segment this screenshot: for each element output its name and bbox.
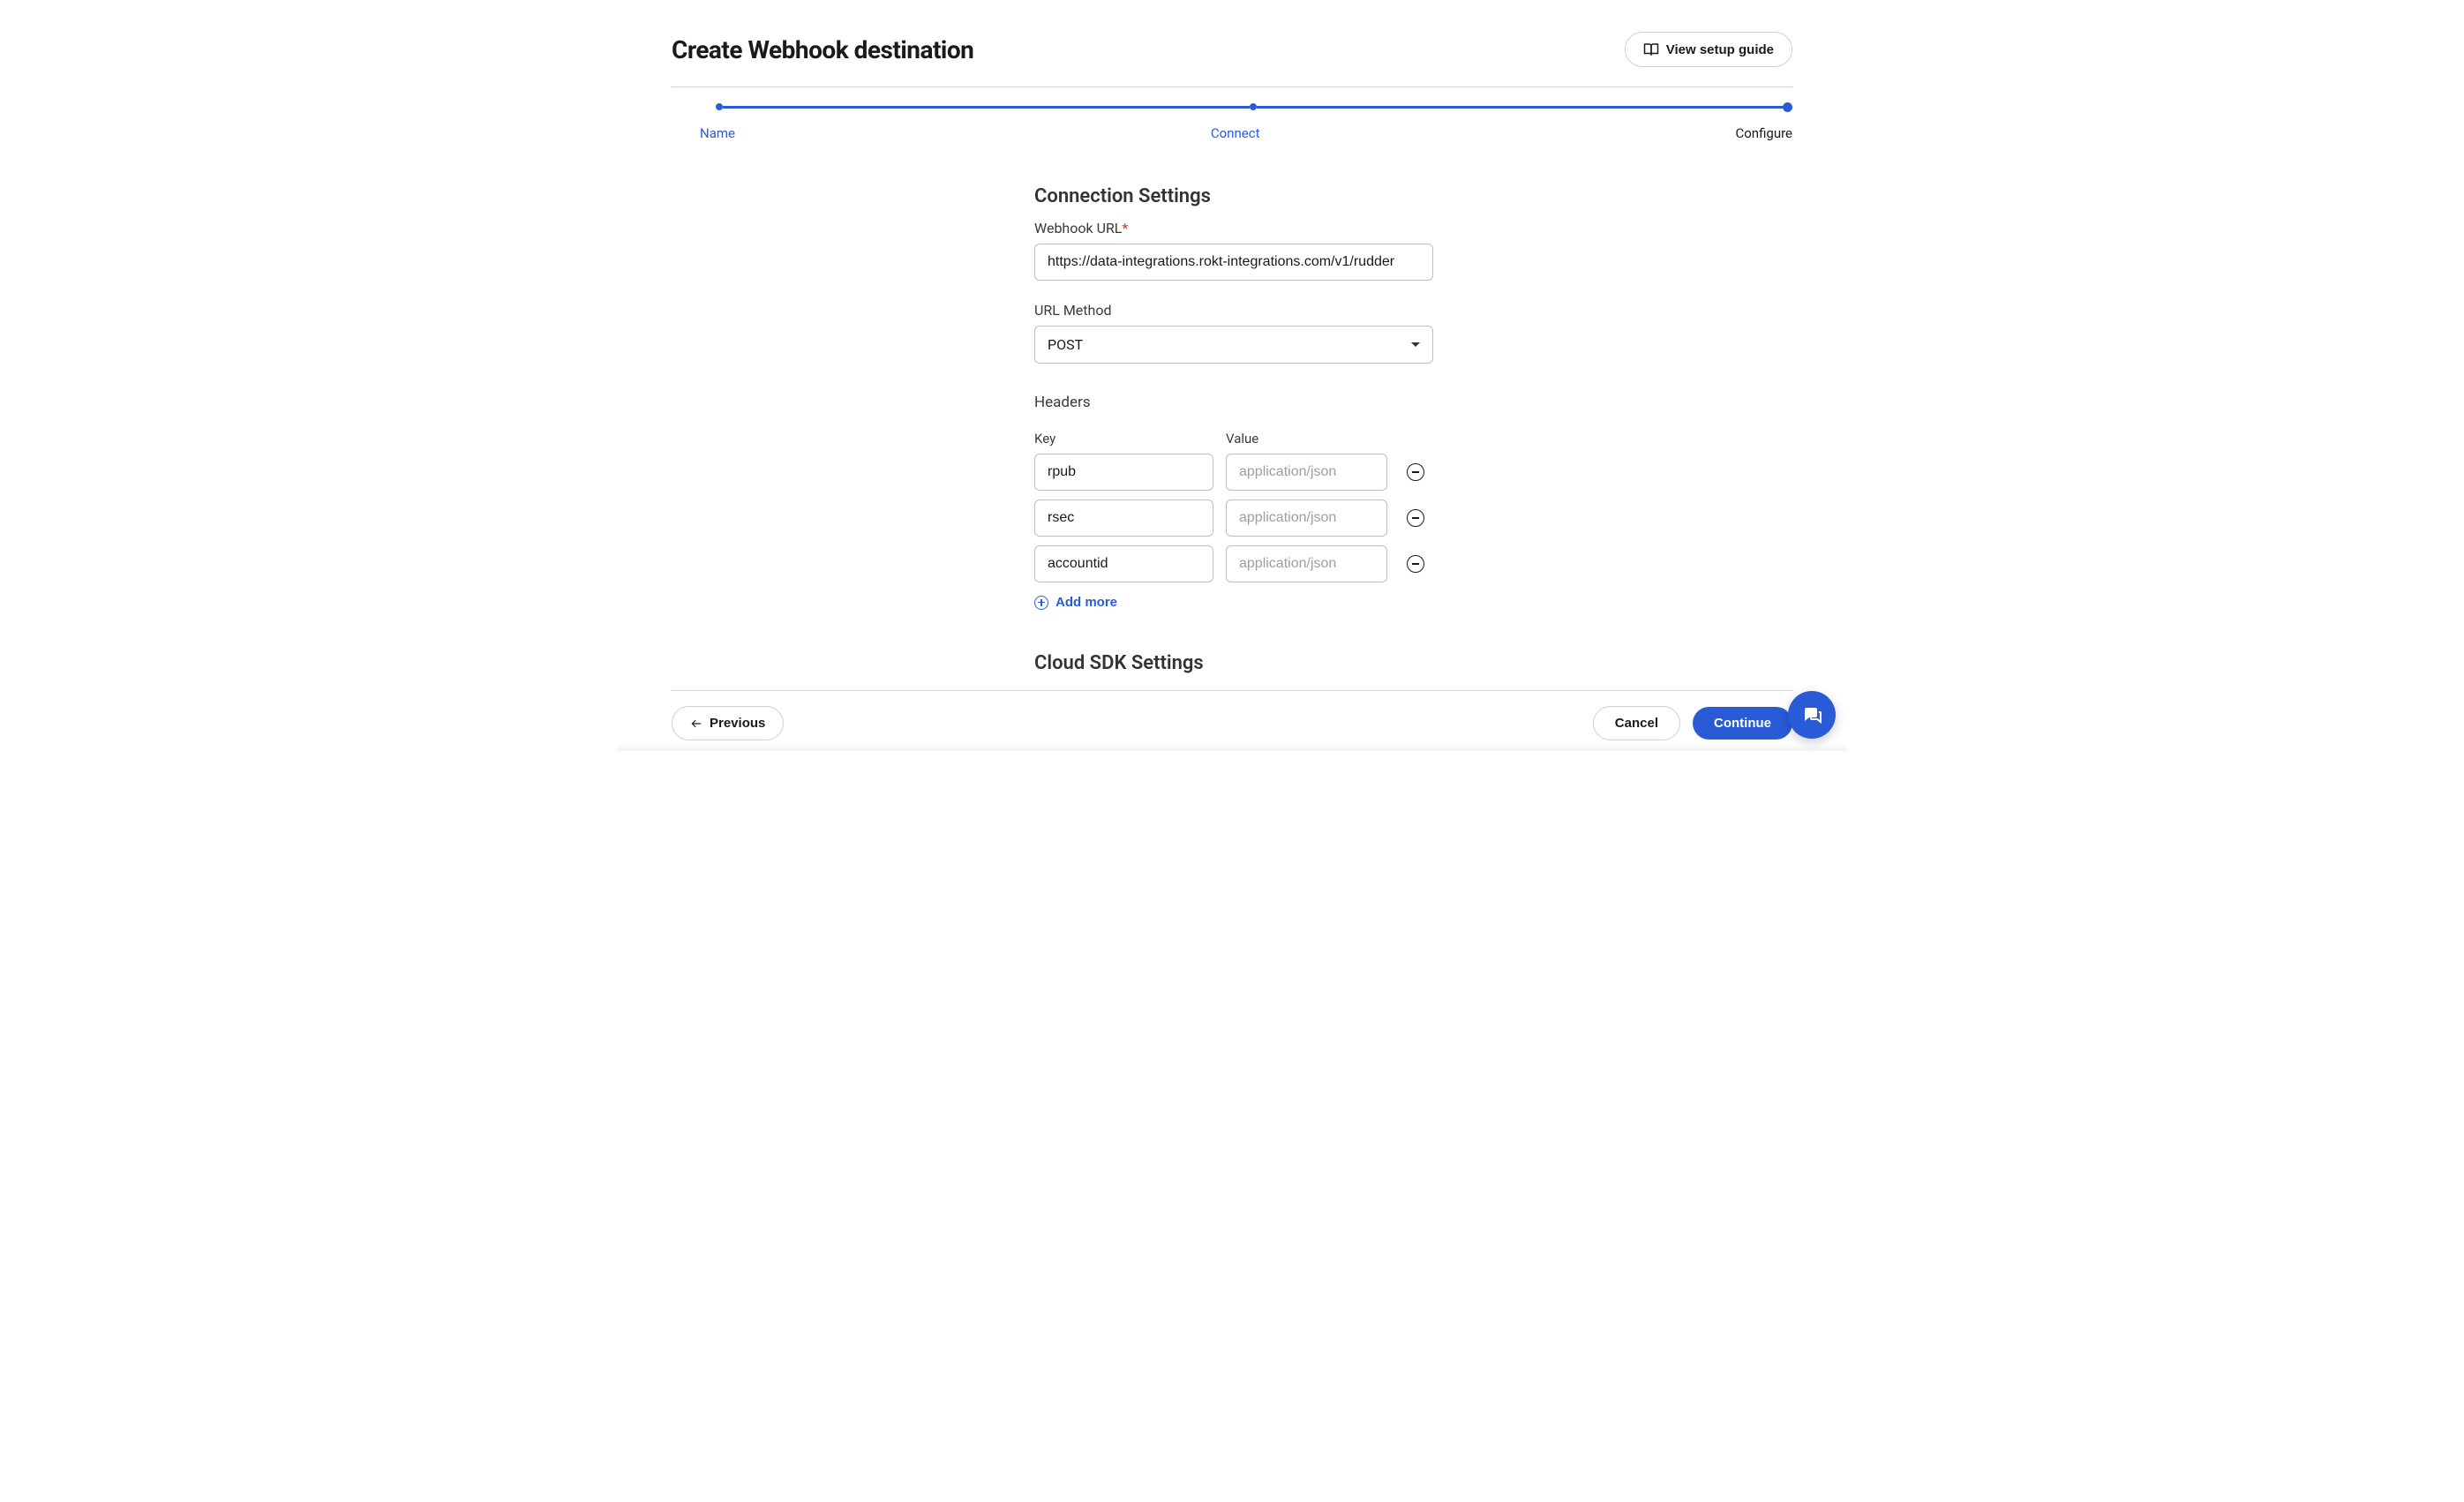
minus-icon [1412, 471, 1419, 473]
chat-icon [1801, 704, 1822, 725]
header-key-input[interactable] [1034, 499, 1213, 537]
page-title: Create Webhook destination [672, 35, 973, 64]
previous-button[interactable]: Previous [672, 706, 784, 740]
stepper-label-name[interactable]: Name [700, 125, 735, 141]
stepper-segment [1257, 106, 1784, 109]
headers-title: Headers [1034, 394, 1433, 411]
stepper-label-connect[interactable]: Connect [1211, 125, 1260, 141]
header-row [1034, 499, 1433, 537]
continue-button[interactable]: Continue [1693, 707, 1792, 740]
stepper-dot-configure[interactable] [1783, 102, 1792, 112]
minus-icon [1412, 517, 1419, 519]
remove-header-button[interactable] [1407, 463, 1424, 481]
view-setup-guide-button[interactable]: View setup guide [1625, 32, 1792, 67]
header-divider [672, 86, 1792, 87]
previous-label: Previous [710, 716, 765, 731]
webhook-url-input[interactable] [1034, 244, 1433, 281]
header-value-input[interactable] [1226, 545, 1387, 582]
connection-settings-title: Connection Settings [1034, 185, 1433, 207]
stepper: Name Connect Configure [672, 101, 1792, 141]
header-value-input[interactable] [1226, 454, 1387, 491]
cancel-button[interactable]: Cancel [1593, 706, 1680, 740]
bottom-shadow [616, 744, 1848, 751]
stepper-segment [723, 106, 1250, 109]
header-key-input[interactable] [1034, 545, 1213, 582]
minus-icon [1412, 563, 1419, 565]
remove-header-button[interactable] [1407, 509, 1424, 527]
stepper-dot-name[interactable] [716, 103, 723, 110]
headers-key-label: Key [1034, 431, 1213, 447]
stepper-label-configure[interactable]: Configure [1735, 125, 1792, 141]
book-icon [1643, 41, 1659, 57]
header-value-input[interactable] [1226, 499, 1387, 537]
view-setup-guide-label: View setup guide [1666, 42, 1774, 57]
remove-header-button[interactable] [1407, 555, 1424, 573]
stepper-dot-connect[interactable] [1250, 103, 1257, 110]
headers-value-label: Value [1226, 431, 1387, 447]
chat-fab-button[interactable] [1788, 691, 1836, 739]
chevron-down-icon [1411, 342, 1420, 347]
header-row [1034, 545, 1433, 582]
webhook-url-label: Webhook URL* [1034, 220, 1433, 237]
url-method-value: POST [1048, 336, 1083, 353]
header-row [1034, 454, 1433, 491]
header-key-input[interactable] [1034, 454, 1213, 491]
url-method-label: URL Method [1034, 302, 1433, 319]
footer-divider [672, 690, 1792, 691]
add-more-headers-button[interactable]: Add more [1034, 595, 1117, 610]
cloud-sdk-settings-title: Cloud SDK Settings [1034, 652, 1433, 674]
url-method-select[interactable]: POST [1034, 326, 1433, 364]
add-more-label: Add more [1055, 595, 1117, 610]
plus-circle-icon [1034, 596, 1048, 610]
arrow-left-icon [690, 717, 702, 730]
